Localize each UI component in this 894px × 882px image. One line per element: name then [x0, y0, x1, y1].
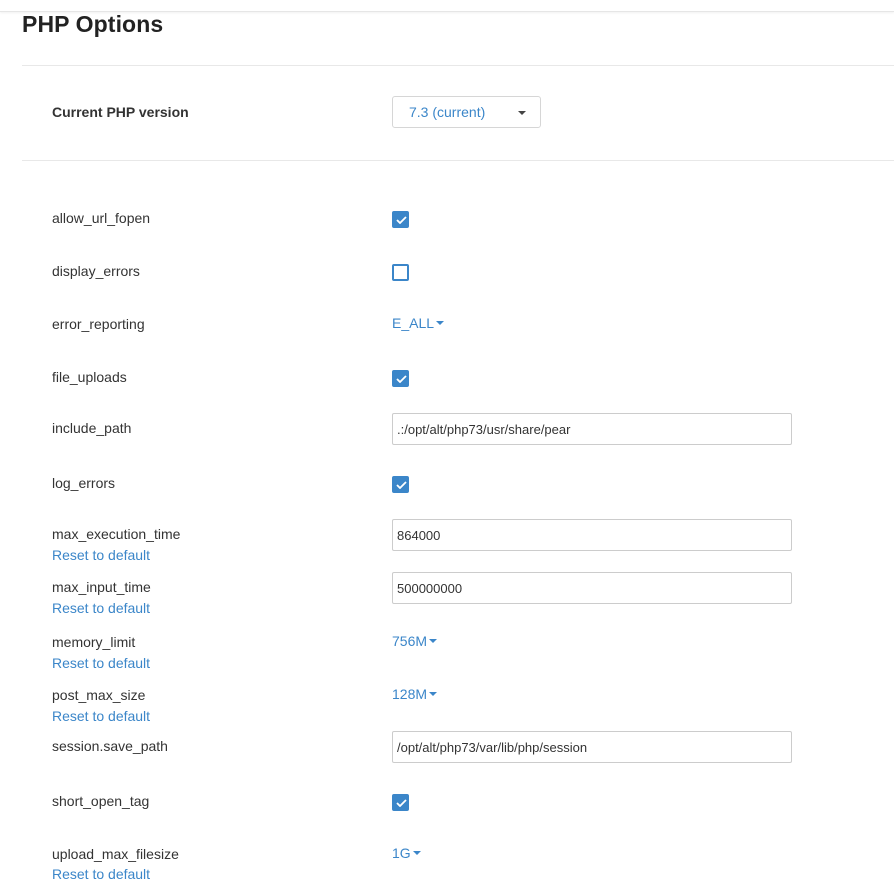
- max-execution-time-input[interactable]: [392, 519, 792, 551]
- include-path-input[interactable]: [392, 413, 792, 445]
- option-name-max-execution-time: max_execution_time: [52, 526, 181, 542]
- option-name-max-input-time: max_input_time: [52, 579, 151, 595]
- memory-limit-reset-link[interactable]: Reset to default: [52, 655, 150, 671]
- memory-limit-dropdown[interactable]: 756M: [392, 633, 438, 649]
- option-name-display-errors: display_errors: [52, 263, 140, 279]
- option-name-session-save-path: session.save_path: [52, 738, 168, 754]
- max-input-time-input[interactable]: [392, 572, 792, 604]
- upload-max-filesize-reset-link[interactable]: Reset to default: [52, 866, 150, 882]
- page-title: PHP Options: [22, 11, 164, 37]
- log-errors-checkbox[interactable]: [392, 476, 409, 493]
- checkmark-icon: [396, 481, 407, 489]
- allow-url-fopen-checkbox[interactable]: [392, 211, 409, 228]
- divider: [22, 160, 894, 161]
- post-max-size-reset-link[interactable]: Reset to default: [52, 708, 150, 724]
- option-name-short-open-tag: short_open_tag: [52, 793, 150, 809]
- option-name-include-path: include_path: [52, 420, 132, 436]
- checkmark-icon: [396, 216, 407, 224]
- caret-down-icon: [436, 321, 445, 325]
- checkmark-icon: [396, 375, 407, 383]
- option-name-file-uploads: file_uploads: [52, 369, 127, 385]
- caret-down-icon: [518, 111, 526, 115]
- error-reporting-dropdown[interactable]: E_ALL: [392, 315, 445, 331]
- file-uploads-checkbox[interactable]: [392, 370, 409, 387]
- php-version-value: 7.3 (current): [409, 104, 486, 120]
- option-name-error-reporting: error_reporting: [52, 316, 145, 332]
- upload-max-filesize-dropdown[interactable]: 1G: [392, 845, 421, 861]
- max-execution-time-reset-link[interactable]: Reset to default: [52, 547, 150, 563]
- short-open-tag-checkbox[interactable]: [392, 794, 409, 811]
- post-max-size-dropdown[interactable]: 128M: [392, 686, 438, 702]
- caret-down-icon: [429, 639, 438, 643]
- option-name-memory-limit: memory_limit: [52, 634, 136, 650]
- display-errors-checkbox[interactable]: [392, 264, 409, 281]
- caret-down-icon: [429, 692, 438, 696]
- option-name-post-max-size: post_max_size: [52, 687, 146, 703]
- error-reporting-value: E_ALL: [392, 315, 435, 331]
- php-version-label: Current PHP version: [52, 104, 189, 120]
- option-name-log-errors: log_errors: [52, 475, 116, 491]
- divider: [22, 65, 894, 66]
- upload-max-filesize-value: 1G: [392, 845, 411, 861]
- option-name-upload-max-filesize: upload_max_filesize: [52, 846, 179, 862]
- session-save-path-input[interactable]: [392, 731, 792, 763]
- php-version-select[interactable]: 7.3 (current): [392, 96, 541, 128]
- option-name-allow-url-fopen: allow_url_fopen: [52, 210, 151, 226]
- post-max-size-value: 128M: [392, 686, 428, 702]
- memory-limit-value: 756M: [392, 633, 428, 649]
- checkmark-icon: [396, 799, 407, 807]
- max-input-time-reset-link[interactable]: Reset to default: [52, 600, 150, 616]
- caret-down-icon: [412, 851, 421, 855]
